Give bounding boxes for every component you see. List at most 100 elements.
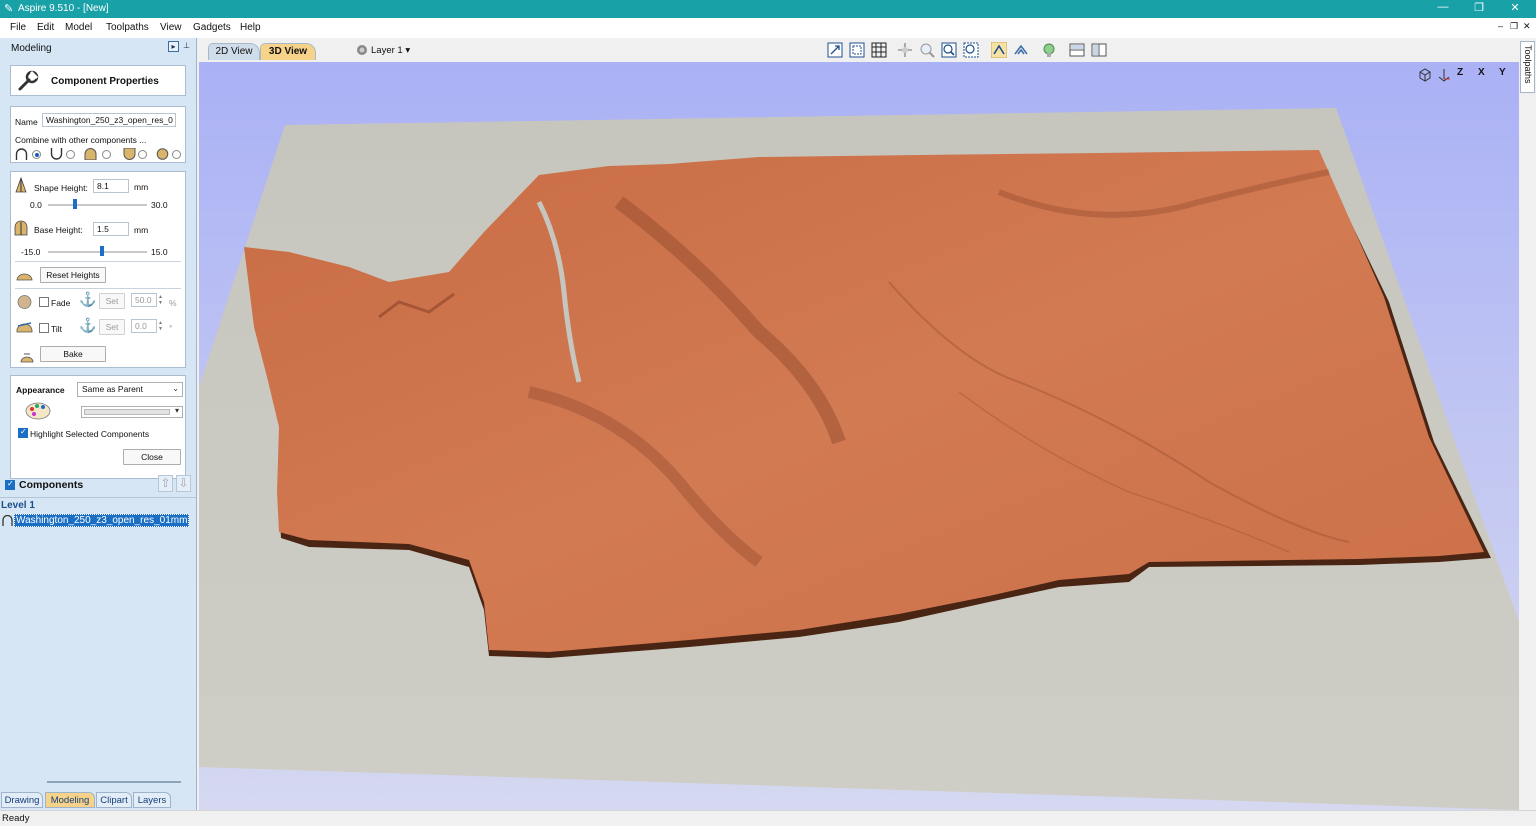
tilt-set-button[interactable]: Set <box>99 319 125 335</box>
base-height-label: Base Height: <box>34 225 83 235</box>
layer-dropdown[interactable]: Layer 1 ▾ <box>371 45 410 56</box>
combine-subtract-radio[interactable] <box>66 150 75 159</box>
panel-float-button[interactable]: ▸ <box>168 41 179 52</box>
component-properties-title: Component Properties <box>51 76 159 87</box>
tab-modeling[interactable]: Modeling <box>45 792 95 808</box>
mdi-minimize-button[interactable]: – <box>1498 21 1503 31</box>
down-arrow-icon[interactable]: ⇩ <box>176 475 191 492</box>
mdi-restore-button[interactable]: ❐ <box>1510 21 1518 32</box>
axis-view-icon[interactable] <box>1436 67 1452 83</box>
component-properties-header: Component Properties <box>10 65 186 96</box>
panel-title: Modeling <box>11 43 52 54</box>
split-vertical-icon[interactable] <box>1091 42 1107 58</box>
modeling-panel: Modeling ▸ ⊥ Component Properties Name W… <box>0 38 197 810</box>
z-view-button[interactable]: Z <box>1457 67 1473 83</box>
menu-edit[interactable]: Edit <box>37 22 54 33</box>
auto-update-icon[interactable] <box>991 42 1007 58</box>
tab-3d-view[interactable]: 3D View <box>260 43 316 60</box>
combine-low-radio[interactable] <box>138 150 147 159</box>
menu-toolpaths[interactable]: Toolpaths <box>106 22 149 33</box>
split-horizontal-icon[interactable] <box>1069 42 1085 58</box>
pan-icon[interactable] <box>897 42 913 58</box>
highlight-checkbox[interactable] <box>18 427 28 438</box>
shape-height-label: Shape Height: <box>34 183 88 193</box>
divider <box>0 497 196 498</box>
combine-add-radio[interactable] <box>32 150 41 159</box>
close-button[interactable]: Close <box>123 449 181 465</box>
combine-multiply-icon[interactable] <box>156 148 169 160</box>
render-material-icon[interactable] <box>1041 42 1057 58</box>
fade-anchor-icon[interactable]: ⚓ <box>79 291 96 308</box>
menu-view[interactable]: View <box>160 22 182 33</box>
zoom-selected-icon[interactable] <box>963 42 979 58</box>
up-arrow-icon[interactable]: ⇧ <box>158 475 173 492</box>
iso-view-icon[interactable] <box>1417 67 1433 83</box>
view-toolbar: 2D View 3D View Layer 1 ▾ <box>198 38 1520 62</box>
menu-file[interactable]: File <box>10 22 26 33</box>
zoom-extents-icon[interactable] <box>827 42 843 58</box>
tilt-spinner[interactable]: ▲ ▼ <box>157 320 164 332</box>
tilt-value-input[interactable]: 0.0 <box>131 319 157 333</box>
highlight-label: Highlight Selected Components <box>30 429 150 439</box>
menu-gadgets[interactable]: Gadgets <box>193 22 231 33</box>
level-label: Level 1 <box>1 500 35 511</box>
zoom-region-icon[interactable] <box>849 42 865 58</box>
mdi-close-button[interactable]: ✕ <box>1523 21 1531 32</box>
window-title: Aspire 9.510 - [New] <box>18 3 109 14</box>
fade-checkbox[interactable] <box>39 297 49 307</box>
reset-heights-button[interactable]: Reset Heights <box>40 267 106 283</box>
bake-button[interactable]: Bake <box>40 346 106 362</box>
combine-low-icon[interactable] <box>123 148 136 160</box>
menu-model[interactable]: Model <box>65 22 92 33</box>
fade-set-button[interactable]: Set <box>99 293 125 309</box>
x-view-button[interactable]: X <box>1478 67 1494 83</box>
menu-help[interactable]: Help <box>240 22 261 33</box>
status-text: Ready <box>2 813 30 824</box>
model-scene <box>199 108 1519 810</box>
combine-merge-radio[interactable] <box>102 150 111 159</box>
shape-height-slider-thumb[interactable] <box>72 199 77 209</box>
combine-merge-icon[interactable] <box>84 148 97 160</box>
appearance-dropdown[interactable]: Same as Parent ⌄ <box>77 382 183 397</box>
close-window-button[interactable]: ✕ <box>1500 1 1530 17</box>
zoom-in-icon[interactable] <box>941 42 957 58</box>
component-name-input[interactable]: Washington_250_z3_open_res_0 <box>42 113 176 127</box>
shape-height-input[interactable]: 8.1 <box>93 179 129 193</box>
grid-icon[interactable] <box>871 42 887 58</box>
color-picker-dropdown[interactable]: ▾ <box>81 406 183 418</box>
fade-spinner[interactable]: ▲ ▼ <box>157 294 164 306</box>
base-height-input[interactable]: 1.5 <box>93 222 129 236</box>
wrench-icon <box>18 70 39 91</box>
components-visibility-checkbox[interactable] <box>5 479 15 490</box>
fade-unit: % <box>169 298 177 308</box>
zoom-icon[interactable] <box>919 42 935 58</box>
panel-scrollbar[interactable] <box>47 781 181 783</box>
y-view-button[interactable]: Y <box>1499 67 1515 83</box>
base-height-slider[interactable] <box>48 251 147 253</box>
title-bar: ✎ Aspire 9.510 - [New] — ❐ ✕ <box>0 0 1536 18</box>
shape-height-slider[interactable] <box>48 204 147 206</box>
divider <box>15 288 181 289</box>
appearance-section: Appearance Same as Parent ⌄ ▾ Highlight … <box>10 375 186 479</box>
minimize-button[interactable]: — <box>1428 1 1458 17</box>
3d-viewport[interactable]: Z X Y <box>199 62 1519 810</box>
combine-subtract-icon[interactable] <box>50 148 63 160</box>
combine-multiply-radio[interactable] <box>172 150 181 159</box>
tilt-checkbox[interactable] <box>39 323 49 333</box>
pin-icon[interactable]: ⊥ <box>181 41 192 52</box>
tab-drawing[interactable]: Drawing <box>1 792 43 808</box>
base-height-slider-thumb[interactable] <box>100 246 105 256</box>
tab-layers[interactable]: Layers <box>133 792 171 808</box>
component-list-item[interactable]: Washington_250_z3_open_res_01mm <box>14 514 190 527</box>
shape-height-icon <box>15 177 27 193</box>
tilt-icon <box>16 322 33 333</box>
maximize-button[interactable]: ❐ <box>1464 1 1494 17</box>
tab-2d-view[interactable]: 2D View <box>208 43 260 60</box>
combine-add-icon[interactable] <box>15 148 28 160</box>
tilt-anchor-icon[interactable]: ⚓ <box>79 317 96 334</box>
fade-value-input[interactable]: 50.0 <box>131 293 157 307</box>
tab-clipart[interactable]: Clipart <box>96 792 132 808</box>
toolpaths-tab[interactable]: Toolpaths <box>1520 41 1535 93</box>
toolpath-preview-icon[interactable] <box>1013 42 1029 58</box>
base-min-label: -15.0 <box>21 247 41 257</box>
